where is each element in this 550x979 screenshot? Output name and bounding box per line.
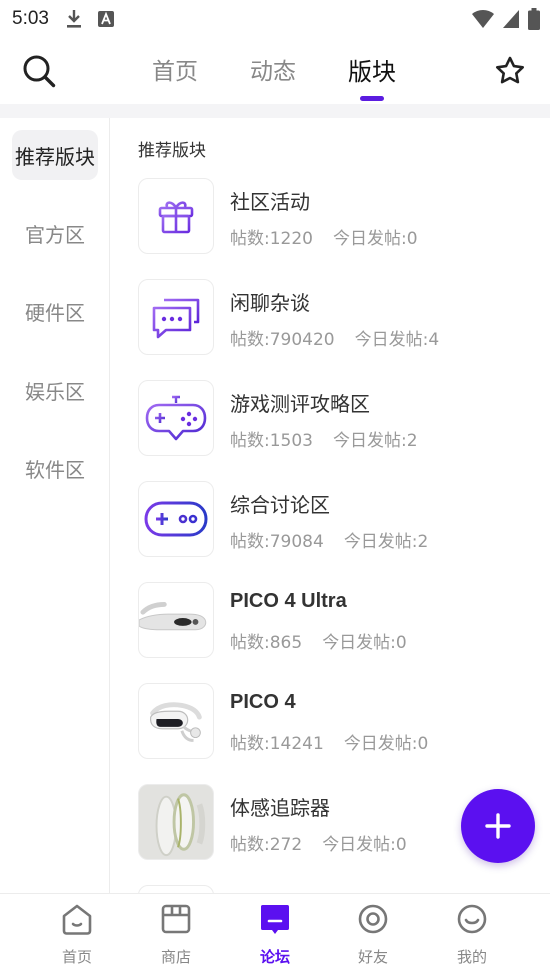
sidebar-item-entertainment[interactable]: 娱乐区 bbox=[12, 365, 98, 415]
plus-icon bbox=[485, 813, 511, 839]
board-thumbnail bbox=[138, 178, 214, 254]
gamepad-icon bbox=[144, 501, 208, 537]
board-stats: 帖数:272 今日发帖:0 bbox=[230, 835, 407, 855]
board-stats: 帖数:79084 今日发帖:2 bbox=[230, 532, 429, 552]
board-name: 体感追踪器 bbox=[230, 796, 330, 820]
board-thumbnail bbox=[138, 481, 214, 557]
profile-icon bbox=[457, 904, 487, 934]
tab-home[interactable]: 首页 bbox=[150, 52, 200, 87]
gamepad-chat-icon bbox=[145, 395, 207, 441]
board-name: 游戏测评攻略区 bbox=[230, 392, 370, 416]
signal-icon bbox=[503, 10, 519, 28]
board-thumbnail bbox=[138, 683, 214, 759]
download-icon bbox=[66, 10, 81, 28]
bottom-nav: 首页 商店 论坛 好友 我的 bbox=[0, 893, 550, 979]
bottom-nav-label: 我的 bbox=[456, 948, 487, 966]
tab-boards[interactable]: 版块 bbox=[346, 52, 398, 101]
bottom-nav-forum[interactable]: 论坛 bbox=[235, 902, 315, 974]
search-icon[interactable] bbox=[22, 54, 56, 88]
board-stats: 帖数:1503 今日发帖:2 bbox=[230, 431, 418, 451]
board-name: 综合讨论区 bbox=[230, 493, 330, 517]
board-item[interactable]: 社区活动 帖数:1220 今日发帖:0 bbox=[138, 178, 538, 256]
board-stats: 帖数:14241 今日发帖:0 bbox=[230, 734, 429, 754]
status-bar: 5:03 bbox=[0, 0, 550, 38]
tracker-image bbox=[139, 785, 213, 859]
bottom-nav-label: 商店 bbox=[160, 948, 191, 966]
board-list: 推荐版块 社区活动 帖数:1220 今日发帖:0 闲聊杂谈 帖数:790420 今日… bbox=[110, 118, 550, 893]
top-nav: 首页 动态 版块 bbox=[0, 38, 550, 104]
sidebar-item-recommended[interactable]: 推荐版块 bbox=[12, 130, 98, 180]
battery-icon bbox=[528, 8, 540, 30]
status-time: 5:03 bbox=[12, 8, 49, 29]
bottom-nav-label: 好友 bbox=[357, 948, 388, 966]
top-tabs: 首页 动态 版块 bbox=[150, 52, 398, 101]
category-sidebar: 推荐版块 官方区 硬件区 娱乐区 软件区 bbox=[0, 118, 110, 893]
board-name: 社区活动 bbox=[230, 190, 310, 214]
friends-icon bbox=[358, 904, 388, 934]
bottom-nav-friends[interactable]: 好友 bbox=[333, 902, 413, 974]
vr-headset-image bbox=[150, 702, 202, 742]
active-tab-indicator bbox=[360, 96, 384, 101]
new-post-button[interactable] bbox=[461, 789, 535, 863]
bottom-nav-store[interactable]: 商店 bbox=[136, 902, 216, 974]
board-item[interactable]: 闲聊杂谈 帖数:790420 今日发帖:4 bbox=[138, 279, 538, 357]
sidebar-item-official[interactable]: 官方区 bbox=[12, 208, 98, 258]
board-item[interactable]: 游戏测评攻略区 帖数:1503 今日发帖:2 bbox=[138, 380, 538, 458]
bottom-nav-home[interactable]: 首页 bbox=[37, 902, 117, 974]
bottom-nav-label: 论坛 bbox=[259, 948, 290, 966]
board-name: PICO 4 bbox=[230, 691, 296, 713]
wifi-icon bbox=[472, 9, 494, 28]
chat-bubbles-icon bbox=[152, 298, 200, 339]
board-thumbnail bbox=[138, 784, 214, 860]
board-stats: 帖数:790420 今日发帖:4 bbox=[230, 330, 440, 350]
board-thumbnail bbox=[138, 885, 214, 893]
store-icon bbox=[161, 904, 191, 934]
vr-headset-image bbox=[139, 601, 207, 631]
a-box-icon bbox=[97, 11, 114, 27]
bottom-nav-label: 首页 bbox=[61, 948, 92, 966]
section-title: 推荐版块 bbox=[138, 141, 206, 161]
sidebar-item-software[interactable]: 软件区 bbox=[12, 443, 98, 493]
board-name: PICO 4 Ultra bbox=[230, 590, 347, 612]
gift-icon bbox=[158, 201, 194, 234]
board-item[interactable]: 综合讨论区 帖数:79084 今日发帖:2 bbox=[138, 481, 538, 559]
board-item[interactable]: PICO 4 Ultra 帖数:865 今日发帖:0 bbox=[138, 582, 538, 660]
board-stats: 帖数:865 今日发帖:0 bbox=[230, 633, 407, 653]
board-stats: 帖数:1220 今日发帖:0 bbox=[230, 229, 418, 249]
bottom-nav-profile[interactable]: 我的 bbox=[432, 902, 512, 974]
board-item[interactable] bbox=[138, 885, 538, 893]
board-thumbnail bbox=[138, 380, 214, 456]
board-item[interactable]: PICO 4 帖数:14241 今日发帖:0 bbox=[138, 683, 538, 761]
board-thumbnail bbox=[138, 279, 214, 355]
star-icon[interactable] bbox=[494, 55, 526, 87]
forum-icon bbox=[261, 905, 289, 934]
board-name: 闲聊杂谈 bbox=[230, 291, 310, 315]
board-thumbnail bbox=[138, 582, 214, 658]
tab-feed[interactable]: 动态 bbox=[248, 52, 298, 87]
sidebar-item-hardware[interactable]: 硬件区 bbox=[12, 286, 98, 336]
home-icon bbox=[62, 904, 92, 935]
header-divider bbox=[0, 104, 550, 118]
